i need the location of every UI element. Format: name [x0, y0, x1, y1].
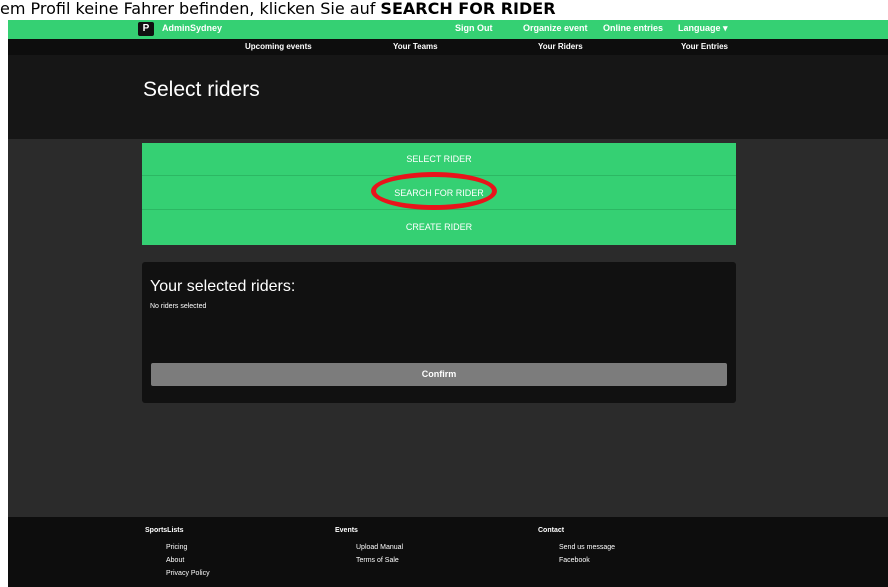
caption-bold: SEARCH FOR RIDER [380, 0, 556, 18]
sub-navbar: Upcoming events Your Teams Your Riders Y… [8, 39, 888, 55]
footer-link-privacy-policy[interactable]: Privacy Policy [166, 570, 210, 577]
app-window: P AdminSydney Sign Out Organize event On… [8, 20, 888, 587]
footer-link-facebook[interactable]: Facebook [559, 557, 590, 564]
page-header: Select riders [8, 55, 888, 139]
chevron-down-icon: ▾ [723, 23, 728, 33]
online-entries-link[interactable]: Online entries [603, 23, 663, 33]
nav-your-riders[interactable]: Your Riders [538, 42, 583, 51]
nav-your-entries[interactable]: Your Entries [681, 42, 728, 51]
caption-text: em Profil keine Fahrer befinden, klicken… [0, 0, 381, 18]
organize-event-link[interactable]: Organize event [523, 23, 588, 33]
create-rider-button[interactable]: CREATE RIDER [142, 211, 736, 244]
highlight-circle-annotation [371, 172, 497, 210]
footer-link-send-us-message[interactable]: Send us message [559, 544, 615, 551]
top-navbar: P AdminSydney Sign Out Organize event On… [8, 20, 888, 39]
select-rider-button[interactable]: SELECT RIDER [142, 143, 736, 176]
sign-out-link[interactable]: Sign Out [455, 23, 493, 33]
footer-link-about[interactable]: About [166, 557, 184, 564]
no-riders-text: No riders selected [150, 303, 207, 310]
username-label[interactable]: AdminSydney [162, 23, 222, 33]
footer-title-sportslists: SportsLists [145, 527, 184, 534]
instruction-caption: em Profil keine Fahrer befinden, klicken… [0, 0, 888, 20]
page-title: Select riders [143, 78, 260, 101]
footer-link-terms-of-sale[interactable]: Terms of Sale [356, 557, 399, 564]
selected-riders-heading: Your selected riders: [150, 278, 296, 295]
footer-link-upload-manual[interactable]: Upload Manual [356, 544, 403, 551]
footer: SportsLists Pricing About Privacy Policy… [8, 517, 888, 587]
footer-title-events: Events [335, 527, 358, 534]
language-dropdown[interactable]: Language ▾ [678, 23, 728, 34]
nav-upcoming-events[interactable]: Upcoming events [245, 42, 312, 51]
footer-title-contact: Contact [538, 527, 565, 534]
confirm-button[interactable]: Confirm [151, 363, 727, 386]
footer-link-pricing[interactable]: Pricing [166, 544, 187, 551]
nav-your-teams[interactable]: Your Teams [393, 42, 438, 51]
language-label: Language [678, 23, 721, 33]
logo-icon[interactable]: P [138, 22, 154, 36]
